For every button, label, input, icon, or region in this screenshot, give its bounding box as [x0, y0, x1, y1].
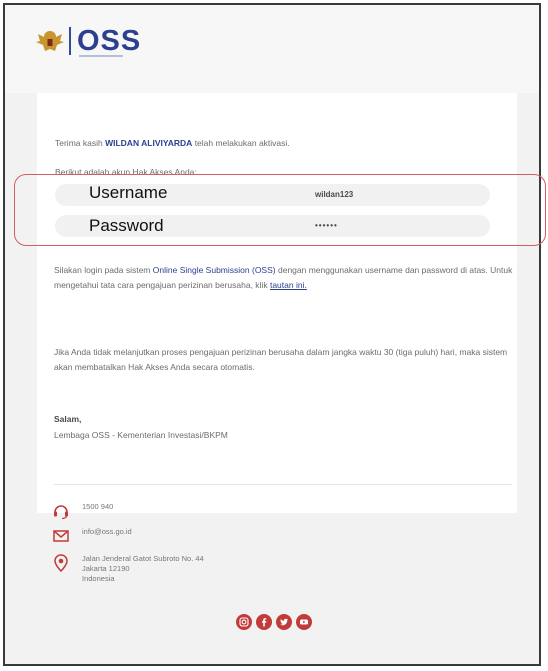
guide-link[interactable]: tautan ini. — [270, 280, 307, 290]
location-pin-icon — [54, 554, 68, 572]
oss-logo[interactable]: OSS — [35, 25, 142, 57]
email-card — [37, 93, 517, 513]
logo-underline — [79, 55, 123, 57]
login-instructions: Silakan login pada sistem Online Single … — [54, 263, 524, 293]
contact-phone: 1500 940 — [52, 502, 113, 520]
greeting-text: Terima kasih WILDAN ALIVIYARDA telah mel… — [55, 138, 290, 148]
footer-divider — [54, 484, 512, 485]
password-label: Password — [89, 216, 164, 235]
phone-number: 1500 940 — [82, 502, 114, 511]
logo-text: OSS — [77, 25, 142, 57]
facebook-icon[interactable] — [256, 614, 272, 630]
salam-text: Salam, — [54, 414, 82, 424]
oss-system-link[interactable]: Online Single Submission (OSS) — [153, 265, 276, 275]
mail-icon — [53, 530, 69, 542]
twitter-icon[interactable] — [276, 614, 292, 630]
greeting-prefix: Terima kasih — [55, 138, 103, 148]
user-name: WILDAN ALIVIYARDA — [105, 138, 193, 148]
contact-email: info@oss.go.id — [52, 527, 132, 545]
contact-address: Jalan Jenderal Gatot Subroto No. 44 Jaka… — [52, 554, 204, 584]
instagram-icon[interactable] — [236, 614, 252, 630]
instructions-part1: Silakan login pada sistem — [54, 265, 151, 275]
headset-icon — [54, 505, 68, 520]
organization-text: Lembaga OSS - Kementerian Investasi/BKPM — [54, 430, 228, 440]
username-value: wildan123 — [315, 190, 354, 199]
garuda-emblem-icon — [36, 31, 64, 51]
password-value: •••••• — [315, 221, 338, 230]
address-text: Jalan Jenderal Gatot Subroto No. 44 Jaka… — [82, 554, 204, 584]
expiry-notice: Jika Anda tidak melanjutkan proses penga… — [54, 347, 508, 372]
address-line2: Jakarta 12190 — [82, 564, 130, 573]
greeting-suffix: telah melakukan aktivasi. — [194, 138, 290, 148]
logo-separator — [69, 27, 71, 55]
username-label: Username — [89, 183, 168, 202]
social-links — [236, 614, 312, 630]
email-address[interactable]: info@oss.go.id — [82, 527, 132, 537]
youtube-icon[interactable] — [296, 614, 312, 630]
address-line1: Jalan Jenderal Gatot Subroto No. 44 — [82, 554, 204, 563]
email-header: OSS — [5, 5, 539, 93]
address-line3: Indonesia — [82, 574, 115, 583]
